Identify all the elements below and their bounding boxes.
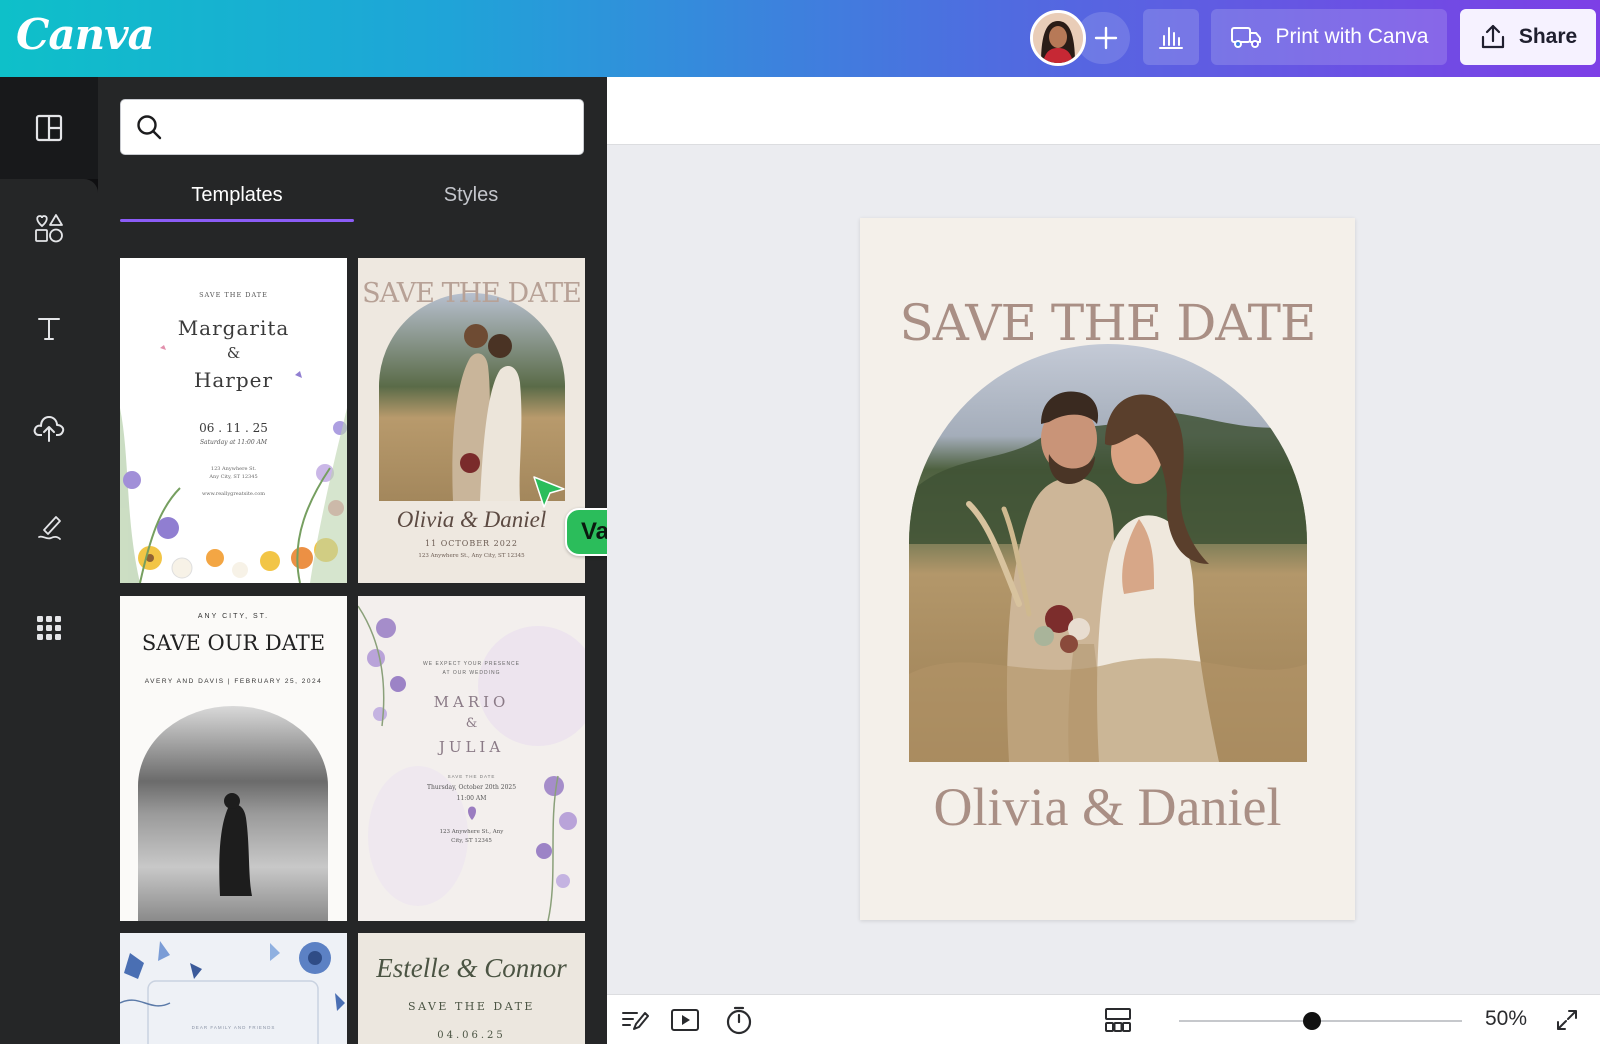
template-kicker: SAVE THE DATE xyxy=(408,1000,535,1013)
template-kicker: SAVE THE DATE xyxy=(447,774,496,779)
uploads-icon[interactable] xyxy=(22,401,76,455)
template-address-1: 123 Anywhere St., Any xyxy=(439,829,504,835)
text-icon[interactable] xyxy=(22,301,76,355)
template-amp: & xyxy=(226,344,241,362)
template-names: Estelle & Connor xyxy=(376,953,567,983)
insights-icon xyxy=(1159,27,1183,49)
canvas-area: SAVE THE DATE Olivia & Daniel xyxy=(607,77,1600,994)
design-page[interactable]: SAVE THE DATE Olivia & Daniel xyxy=(860,218,1355,920)
template-intro-2: AT OUR WEDDING xyxy=(442,670,501,676)
top-bar: Canva Print with Canva Share xyxy=(0,0,1600,77)
lilac-watercolor xyxy=(358,605,585,921)
template-address: 123 Anywhere St., Any City, ST 12345 xyxy=(418,553,525,559)
template-address-1: 123 Anywhere St. xyxy=(210,466,257,472)
search-input[interactable] xyxy=(173,107,583,147)
template-name-2: Harper xyxy=(193,368,274,392)
bottom-bar: 50% xyxy=(607,994,1600,1044)
template-caption: DEAR FAMILY AND FRIENDS xyxy=(191,1025,276,1030)
elements-icon[interactable] xyxy=(22,201,76,255)
tab-styles[interactable]: Styles xyxy=(354,181,588,225)
timer-icon[interactable] xyxy=(721,1003,757,1037)
page-names-text[interactable]: Olivia & Daniel xyxy=(860,776,1355,838)
print-with-canva-label: Print with Canva xyxy=(1275,25,1429,48)
design-panel-icon[interactable] xyxy=(22,101,76,155)
template-title: SAVE THE DATE xyxy=(362,278,582,309)
notes-icon[interactable] xyxy=(617,1003,653,1037)
template-kicker: ANY CITY, ST. xyxy=(197,613,270,620)
user-avatar[interactable] xyxy=(1030,10,1086,66)
zoom-slider-fill xyxy=(1179,1020,1312,1022)
template-time: Saturday at 11:00 AM xyxy=(199,439,268,446)
collaborator-cursor-icon xyxy=(533,476,565,508)
template-address-2: Any City, ST 12345 xyxy=(209,474,258,480)
present-icon[interactable] xyxy=(667,1003,703,1037)
draw-icon[interactable] xyxy=(22,501,76,555)
couple-photo[interactable] xyxy=(909,344,1307,762)
share-upload-icon xyxy=(1481,24,1504,49)
canva-logo[interactable]: Canva xyxy=(16,10,155,59)
canvas-header xyxy=(607,77,1600,145)
template-title: SAVE OUR DATE xyxy=(141,631,326,655)
template-card-mario-julia[interactable]: WE EXPECT YOUR PRESENCE AT OUR WEDDING M… xyxy=(358,596,585,921)
template-amp: & xyxy=(465,716,478,731)
share-button[interactable]: Share xyxy=(1460,9,1596,65)
template-card-estelle-connor[interactable]: Estelle & Connor SAVE THE DATE 04.06.25 xyxy=(358,933,585,1044)
template-date: 11 OCTOBER 2022 xyxy=(425,539,518,548)
template-kicker: SAVE THE DATE xyxy=(199,291,268,299)
template-website: www.reallygreatsite.com xyxy=(201,491,265,497)
template-date: 06 . 11 . 25 xyxy=(199,421,268,435)
template-card-olivia-daniel[interactable]: SAVE THE DATE Olivia & Daniel 11 OCTOBER… xyxy=(358,258,585,583)
print-truck-icon xyxy=(1230,27,1261,48)
template-card-save-our-date[interactable]: ANY CITY, ST. SAVE OUR DATE AVERY AND DA… xyxy=(120,596,347,921)
template-time: 11:00 AM xyxy=(456,795,487,802)
zoom-slider[interactable] xyxy=(1179,1012,1462,1030)
pages-grid-icon[interactable] xyxy=(1100,1003,1136,1037)
plus-icon xyxy=(1094,26,1118,50)
active-tab-indicator xyxy=(120,219,354,222)
zoom-slider-handle[interactable] xyxy=(1303,1012,1321,1030)
insights-button[interactable] xyxy=(1143,9,1199,65)
template-name-1: Margarita xyxy=(177,316,290,340)
search-box[interactable] xyxy=(120,99,584,155)
share-label: Share xyxy=(1518,25,1578,48)
apps-icon[interactable] xyxy=(22,601,76,655)
fullscreen-icon[interactable] xyxy=(1549,1003,1585,1037)
templates-panel: Templates Styles SAVE THE DATE Margarita… xyxy=(98,77,607,1044)
template-name-1: MARIO xyxy=(433,693,510,711)
search-icon xyxy=(137,115,162,140)
template-name-2: JULIA xyxy=(438,738,505,756)
template-arc-text: AVERY AND DAVIS | FEBRUARY 25, 2024 xyxy=(144,678,323,685)
template-card-blue-floral[interactable]: DEAR FAMILY AND FRIENDS xyxy=(120,933,347,1044)
zoom-level-label[interactable]: 50% xyxy=(1485,1007,1527,1031)
print-with-canva-button[interactable]: Print with Canva xyxy=(1211,9,1447,65)
template-date: Thursday, October 20th 2025 xyxy=(426,784,517,791)
template-card-margarita-harper[interactable]: SAVE THE DATE Margarita & Harper 06 . 11… xyxy=(120,258,347,583)
left-rail xyxy=(0,77,98,1044)
template-date: 04.06.25 xyxy=(437,1030,506,1041)
template-intro-1: WE EXPECT YOUR PRESENCE xyxy=(423,661,520,667)
template-address-2: City, ST 12345 xyxy=(451,838,492,844)
